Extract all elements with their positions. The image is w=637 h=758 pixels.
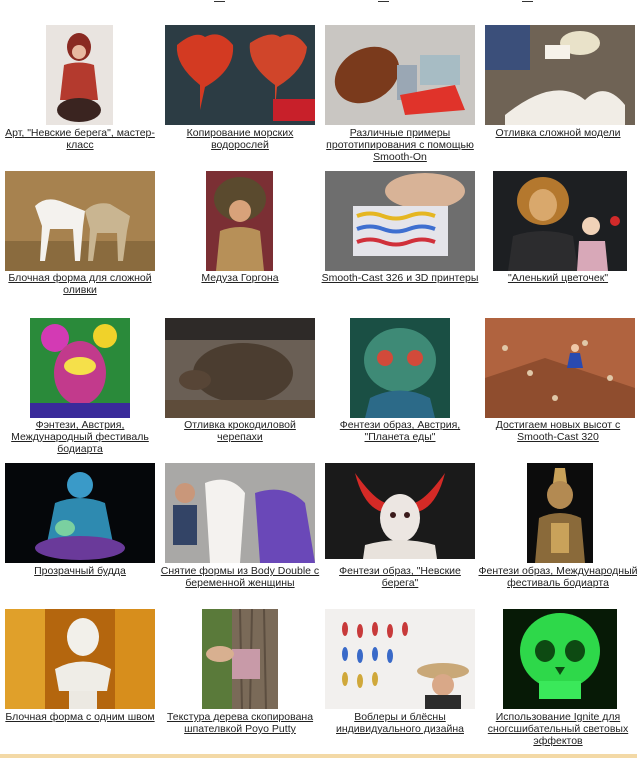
previous-row-captions: … … … (0, 0, 637, 6)
gallery-thumbnail[interactable] (165, 25, 315, 125)
gallery-thumbnail[interactable] (46, 25, 113, 125)
gallery-caption-link[interactable]: Различные примеры прототипирования с пом… (320, 127, 480, 163)
fantasy-creature-image (350, 318, 450, 418)
partial-caption-link[interactable]: … (378, 0, 389, 3)
sea-fan-coral-image (165, 25, 315, 125)
gallery-caption-link[interactable]: Копирование морских водорослей (160, 127, 320, 151)
gallery-caption-link[interactable]: Фентези образ, "Невские берега" (320, 565, 480, 589)
gallery-caption-link[interactable]: Медуза Горгона (160, 272, 320, 284)
gallery-caption-link[interactable]: Фентези образ, Австрия, "Планета еды" (320, 419, 480, 443)
woman-in-red-costume-image (46, 25, 113, 125)
gallery-thumbnail[interactable] (325, 463, 475, 559)
gallery-thumbnail[interactable] (527, 463, 593, 563)
gallery-caption-link[interactable]: Арт, "Невские берега", мастер-класс (0, 127, 160, 151)
white-cast-sculpture-image (485, 25, 635, 125)
green-glowing-skull-image (503, 609, 617, 709)
gallery-caption-link[interactable]: Блочная форма с одним швом (0, 711, 160, 723)
warrior-bust-image (527, 463, 593, 563)
lion-mask-and-girl-image (493, 171, 627, 271)
gallery-caption-link[interactable]: Блочная форма для сложной оливки (0, 272, 160, 296)
gallery-thumbnail[interactable] (5, 463, 155, 563)
gallery-caption-link[interactable]: Воблеры и блёсны индивидуального дизайна (320, 711, 480, 735)
gallery-caption-link[interactable]: Отливка крокодиловой черепахи (160, 419, 320, 443)
gallery-thumbnail[interactable] (202, 609, 278, 709)
gallery-caption-link[interactable]: Использование Ignite для сногсшибательны… (478, 711, 637, 747)
football-and-molds-image (325, 25, 475, 125)
gallery-caption-link[interactable]: "Аленький цветочек" (478, 272, 637, 284)
gallery-caption-link[interactable]: Фэнтези, Австрия, Международный фестивал… (0, 419, 160, 455)
gallery-thumbnail[interactable] (485, 318, 635, 418)
gallery-thumbnail[interactable] (165, 318, 315, 418)
gallery-thumbnail[interactable] (503, 609, 617, 709)
gallery-thumbnail[interactable] (485, 25, 635, 125)
body-double-mold-image (165, 463, 315, 563)
gallery-caption-link[interactable]: Отливка сложной модели (478, 127, 637, 139)
gallery-thumbnail[interactable] (325, 25, 475, 125)
gallery-thumbnail[interactable] (5, 171, 155, 271)
fishing-lures-image (325, 609, 475, 709)
medusa-makeup-image (206, 171, 273, 271)
gallery-thumbnail[interactable] (206, 171, 273, 271)
gallery-thumbnail[interactable] (350, 318, 450, 418)
gallery-thumbnail[interactable] (30, 318, 130, 418)
climbing-wall-image (485, 318, 635, 418)
partial-caption-link[interactable]: … (522, 0, 533, 3)
gallery-thumbnail[interactable] (325, 609, 475, 709)
gallery-thumbnail[interactable] (325, 171, 475, 271)
colorful-chainmail-image (325, 171, 475, 271)
red-horns-makeup-image (325, 463, 475, 559)
glowing-buddha-image (5, 463, 155, 563)
footer-bar (0, 754, 637, 758)
gallery-thumbnail[interactable] (493, 171, 627, 271)
horse-figurines-image (5, 171, 155, 271)
gallery-thumbnail[interactable] (5, 609, 155, 709)
tree-bark-texture-image (202, 609, 278, 709)
bodypaint-mask-image (30, 318, 130, 418)
gallery-caption-link[interactable]: Фентези образ, Международный фестиваль б… (478, 565, 637, 589)
gallery-caption-link[interactable]: Достигаем новых высот с Smooth-Cast 320 (478, 419, 637, 443)
gallery-caption-link[interactable]: Текстура дерева скопирована шпателвкой P… (160, 711, 320, 735)
gallery-caption-link[interactable]: Smooth-Cast 326 и 3D принтеры (320, 272, 480, 284)
david-bust-image (5, 609, 155, 709)
snapping-turtle-cast-image (165, 318, 315, 418)
partial-caption-link[interactable]: … (214, 0, 225, 3)
gallery-caption-link[interactable]: Прозрачный будда (0, 565, 160, 577)
gallery-caption-link[interactable]: Снятие формы из Body Double с беременной… (160, 565, 320, 589)
gallery-thumbnail[interactable] (165, 463, 315, 563)
